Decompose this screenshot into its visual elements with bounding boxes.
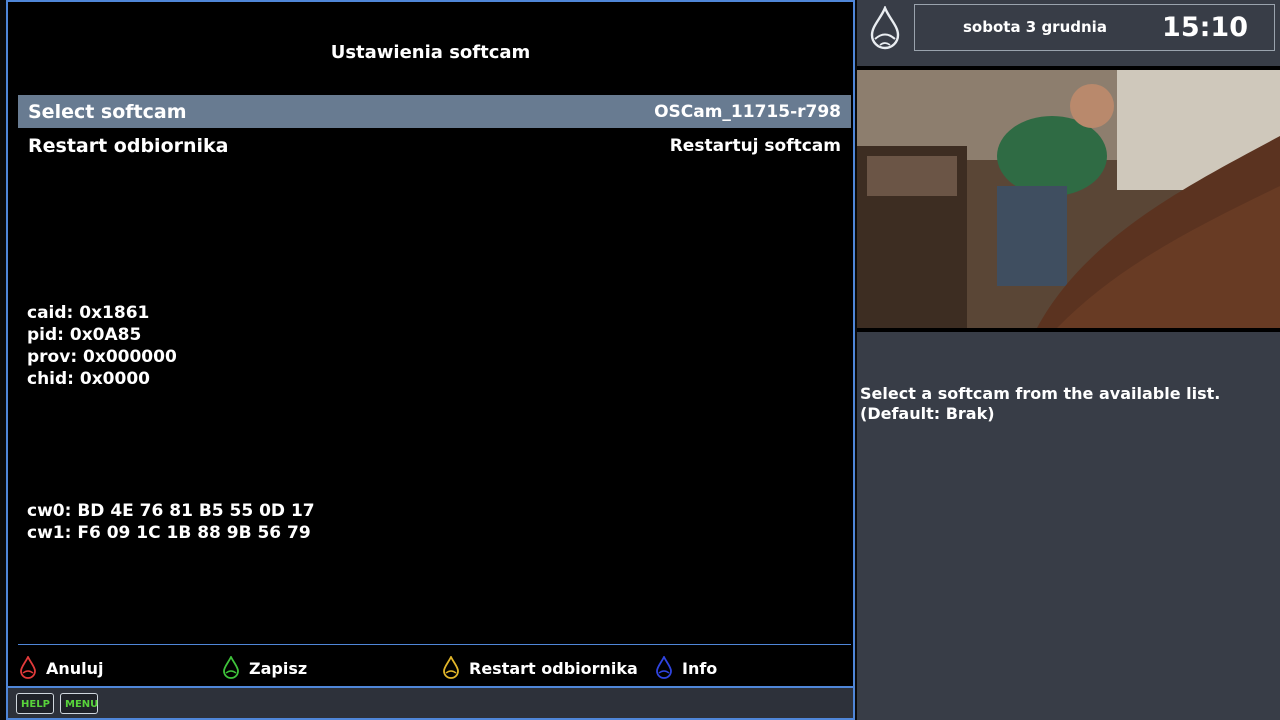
red-drop-key-icon (20, 656, 36, 679)
blue-drop-key-icon (656, 656, 672, 679)
menu-item-label: Select softcam (28, 100, 187, 123)
blue-key-label: Info (682, 658, 718, 678)
drop-logo-icon (870, 6, 900, 50)
cw1-line: cw1: F6 09 1C 1B 88 9B 56 79 (27, 523, 311, 543)
tv-preview-window (857, 66, 1280, 332)
yellow-drop-key-icon (443, 656, 459, 679)
red-key-cancel[interactable]: Anuluj (18, 654, 104, 682)
help-line-1: Select a softcam from the available list… (860, 384, 1221, 403)
caid-line: caid: 0x1861 (27, 303, 150, 323)
menu-item-value: Restartuj softcam (669, 135, 841, 156)
red-key-label: Anuluj (46, 658, 104, 678)
menu-button[interactable]: MENU (60, 693, 98, 714)
menu-item-restart-receiver[interactable]: Restart odbiornika Restartuj softcam (18, 129, 851, 162)
prov-line: prov: 0x000000 (27, 347, 177, 367)
clock-label: 15:10 (1162, 12, 1248, 43)
control-words: cw0: BD 4E 76 81 B5 55 0D 17 cw1: F6 09 … (27, 500, 315, 544)
green-key-label: Zapisz (249, 658, 308, 678)
green-key-save[interactable]: Zapisz (221, 654, 307, 682)
help-description: Select a softcam from the available list… (860, 384, 1270, 424)
date-label: sobota 3 grudnia (963, 18, 1107, 36)
chid-line: chid: 0x0000 (27, 369, 151, 389)
blue-key-info[interactable]: Info (654, 654, 717, 682)
bottom-hint-bar: HELP MENU (6, 688, 855, 720)
cw0-line: cw0: BD 4E 76 81 B5 55 0D 17 (27, 501, 315, 521)
tv-preview-picture (857, 66, 1280, 332)
softcam-settings-panel: Ustawienia softcam Select softcam OSCam_… (6, 0, 855, 688)
menu-item-value: OSCam_11715-r798 (654, 101, 841, 122)
ecm-info: caid: 0x1861 pid: 0x0A85 prov: 0x000000 … (27, 302, 177, 390)
yellow-key-label: Restart odbiornika (469, 658, 638, 678)
date-time-box: sobota 3 grudnia 15:10 (914, 4, 1275, 51)
menu-item-label: Restart odbiornika (28, 134, 229, 157)
green-drop-key-icon (223, 656, 239, 679)
yellow-key-restart[interactable]: Restart odbiornika (441, 654, 638, 682)
page-title: Ustawienia softcam (330, 42, 531, 63)
pid-line: pid: 0x0A85 (27, 325, 142, 345)
footer-divider (18, 644, 851, 645)
help-button[interactable]: HELP (16, 693, 54, 714)
help-line-2: (Default: Brak) (860, 404, 995, 423)
screen-root: Ustawienia softcam Select softcam OSCam_… (0, 0, 1280, 720)
menu-item-select-softcam[interactable]: Select softcam OSCam_11715-r798 (18, 95, 851, 128)
